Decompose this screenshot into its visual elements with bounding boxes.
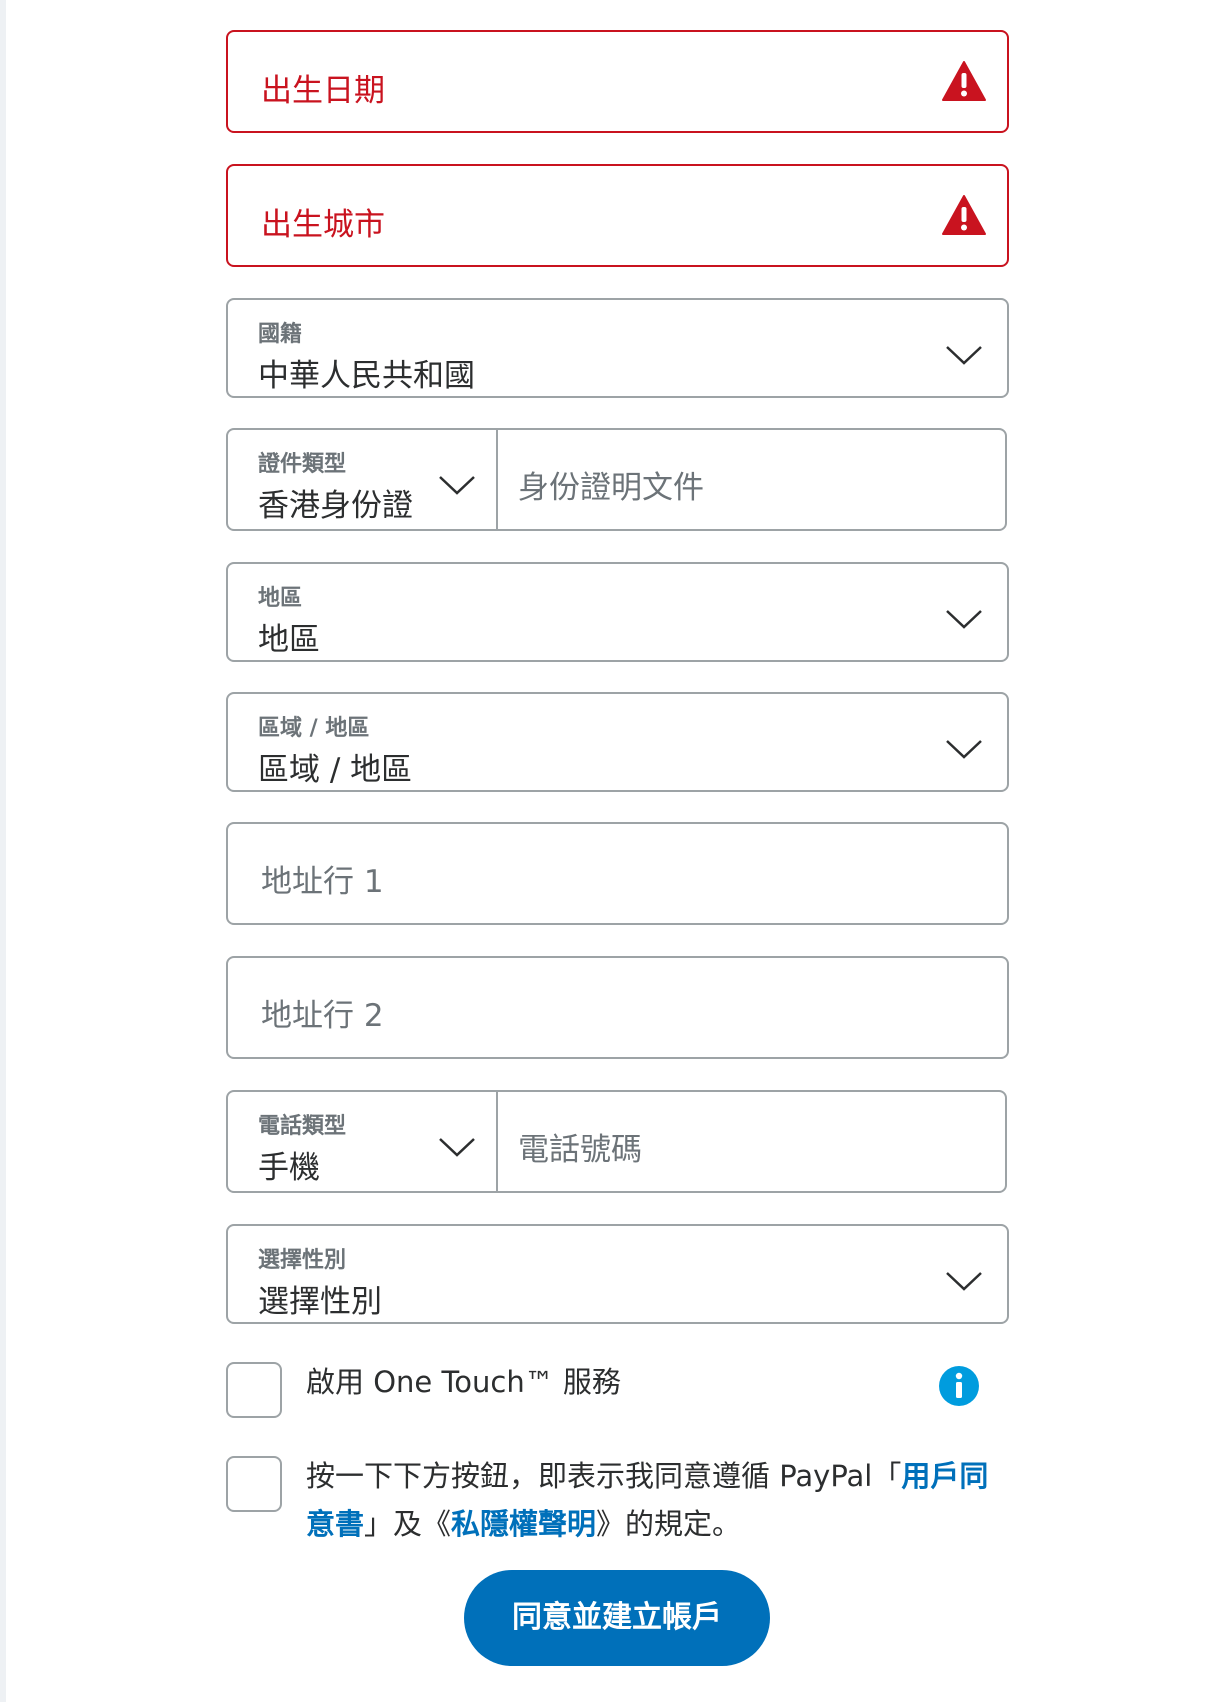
chevron-down-icon [946, 740, 982, 759]
birth-date-field[interactable]: 出生日期 [226, 30, 1009, 133]
phone-type-select[interactable]: 電話類型 手機 [228, 1092, 498, 1191]
agreement-text-after: 》的規定。 [596, 1507, 742, 1541]
id-type-label: 證件類型 [258, 452, 347, 477]
agree-create-account-button[interactable]: 同意並建立帳戶 [464, 1570, 770, 1666]
address-line1-placeholder: 地址行 1 [261, 864, 384, 900]
chevron-down-icon [946, 346, 982, 365]
chevron-down-icon [439, 476, 475, 495]
id-type-select[interactable]: 證件類型 香港身份證 [228, 430, 498, 529]
address-line2-placeholder: 地址行 2 [261, 998, 384, 1034]
gender-select[interactable]: 選擇性別 選擇性別 [226, 1224, 1009, 1324]
district-select[interactable]: 地區 地區 [226, 562, 1009, 662]
chevron-down-icon [946, 1272, 982, 1291]
agreement-checkbox[interactable] [226, 1456, 282, 1512]
gender-label: 選擇性別 [258, 1248, 347, 1273]
region-value: 區域 / 地區 [258, 752, 413, 788]
birth-date-placeholder: 出生日期 [261, 73, 385, 109]
info-icon[interactable] [938, 1365, 980, 1407]
phone-number-input[interactable]: 電話號碼 [518, 1124, 642, 1169]
birth-city-placeholder: 出生城市 [261, 207, 385, 243]
gender-value: 選擇性別 [258, 1284, 382, 1320]
address-line1-input[interactable]: 地址行 1 [226, 822, 1009, 925]
chevron-down-icon [946, 610, 982, 629]
birth-city-field[interactable]: 出生城市 [226, 164, 1009, 267]
warning-icon [942, 195, 986, 235]
one-touch-checkbox[interactable] [226, 1362, 282, 1418]
id-type-value: 香港身份證 [258, 488, 413, 524]
district-value: 地區 [258, 622, 320, 658]
id-document-group: 證件類型 香港身份證 身份證明文件 [226, 428, 1007, 531]
agreement-text: 按一下下方按鈕，即表示我同意遵循 PayPal「用戶同意書」及《私隱權聲明》的規… [306, 1452, 1016, 1548]
region-select[interactable]: 區域 / 地區 區域 / 地區 [226, 692, 1009, 792]
id-number-input[interactable]: 身份證明文件 [518, 462, 704, 507]
agreement-text-before: 按一下下方按鈕，即表示我同意遵循 PayPal「 [306, 1459, 902, 1493]
district-label: 地區 [258, 586, 303, 611]
warning-icon [942, 61, 986, 101]
region-label: 區域 / 地區 [258, 716, 370, 741]
phone-type-value: 手機 [258, 1150, 320, 1186]
address-line2-input[interactable]: 地址行 2 [226, 956, 1009, 1059]
one-touch-label: 啟用 One Touch™ 服務 [306, 1365, 621, 1399]
agreement-text-middle: 」及《 [364, 1507, 452, 1541]
left-edge-strip [0, 0, 6, 1702]
nationality-value: 中華人民共和國 [258, 358, 475, 394]
privacy-statement-link[interactable]: 私隱權聲明 [451, 1507, 596, 1541]
chevron-down-icon [439, 1138, 475, 1157]
phone-type-label: 電話類型 [258, 1114, 347, 1139]
phone-group: 電話類型 手機 電話號碼 [226, 1090, 1007, 1193]
nationality-select[interactable]: 國籍 中華人民共和國 [226, 298, 1009, 398]
nationality-label: 國籍 [258, 322, 303, 347]
